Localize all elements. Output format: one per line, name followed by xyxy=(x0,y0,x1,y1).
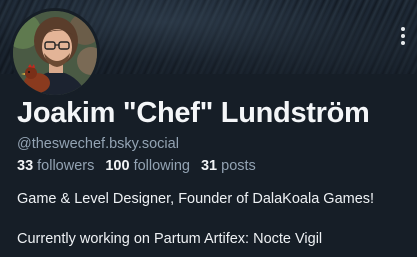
followers-count: 33 xyxy=(17,158,34,174)
profile-stats: 33 followers 100 following 31 posts xyxy=(17,158,256,174)
bio-line: Currently working on Partum Artifex: Noc… xyxy=(17,231,323,247)
avatar[interactable] xyxy=(10,8,100,98)
avatar-image xyxy=(13,11,97,95)
more-vertical-icon-dot xyxy=(401,41,405,45)
user-handle: @theswechef.bsky.social xyxy=(17,136,179,152)
posts-link[interactable]: 31 posts xyxy=(201,158,256,174)
posts-count: 31 xyxy=(200,158,218,174)
following-count: 100 xyxy=(105,158,130,174)
posts-label: posts xyxy=(221,158,256,174)
more-vertical-icon-dot xyxy=(401,34,405,38)
display-name: Joakim "Chef" Lundström xyxy=(17,97,370,129)
bio-line: Game & Level Designer, Founder of DalaKo… xyxy=(17,191,375,207)
followers-label: followers xyxy=(37,158,95,174)
more-options-button[interactable] xyxy=(395,26,411,46)
following-label: following xyxy=(133,158,190,174)
more-vertical-icon xyxy=(401,27,405,31)
following-link[interactable]: 100 following xyxy=(105,158,190,174)
followers-link[interactable]: 33 followers xyxy=(17,158,94,174)
profile-header: Joakim "Chef" Lundström @theswechef.bsky… xyxy=(0,0,417,257)
